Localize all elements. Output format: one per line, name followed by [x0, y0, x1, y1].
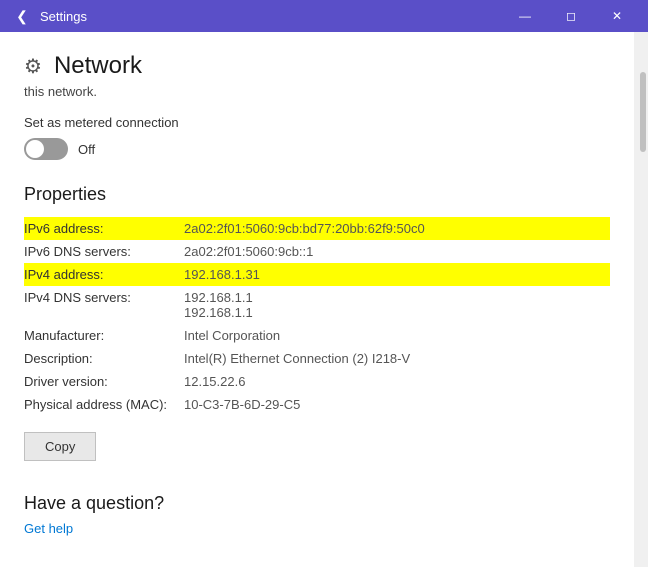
- minimize-button[interactable]: —: [502, 0, 548, 32]
- table-row: IPv6 address: 2a02:2f01:5060:9cb:bd77:20…: [24, 217, 610, 240]
- get-help-link[interactable]: Get help: [24, 521, 73, 536]
- content-area: ⚙ Network this network. Set as metered c…: [0, 32, 648, 567]
- properties-table: IPv6 address: 2a02:2f01:5060:9cb:bd77:20…: [24, 217, 610, 416]
- window: ❮ Settings — ◻ ✕ ⚙ Network this network.: [0, 0, 648, 567]
- back-button[interactable]: ❮: [8, 2, 36, 30]
- table-row: IPv4 address: 192.168.1.31: [24, 263, 610, 286]
- properties-title: Properties: [24, 184, 610, 205]
- help-title: Have a question?: [24, 493, 610, 514]
- copy-button[interactable]: Copy: [24, 432, 96, 461]
- property-label: IPv4 address:: [24, 263, 184, 286]
- restore-button[interactable]: ◻: [548, 0, 594, 32]
- table-row: Physical address (MAC): 10-C3-7B-6D-29-C…: [24, 393, 610, 416]
- page-header: ⚙ Network: [24, 52, 610, 80]
- property-value: Intel Corporation: [184, 324, 610, 347]
- metered-toggle[interactable]: [24, 138, 68, 160]
- property-label: Driver version:: [24, 370, 184, 393]
- page-title: Network: [54, 52, 142, 80]
- property-value: 10-C3-7B-6D-29-C5: [184, 393, 610, 416]
- title-bar: ❮ Settings — ◻ ✕: [0, 0, 648, 32]
- minimize-icon: —: [519, 9, 531, 23]
- property-value: 192.168.1.1192.168.1.1: [184, 286, 610, 324]
- property-value: 2a02:2f01:5060:9cb:bd77:20bb:62f9:50c0: [184, 217, 610, 240]
- table-row: IPv4 DNS servers: 192.168.1.1192.168.1.1: [24, 286, 610, 324]
- property-value: Intel(R) Ethernet Connection (2) I218-V: [184, 347, 610, 370]
- back-arrow-icon: ❮: [16, 8, 28, 25]
- property-value: 12.15.22.6: [184, 370, 610, 393]
- subtitle: this network.: [24, 84, 610, 99]
- property-label: Physical address (MAC):: [24, 393, 184, 416]
- metered-label: Set as metered connection: [24, 115, 610, 130]
- property-label: Description:: [24, 347, 184, 370]
- table-row: Driver version: 12.15.22.6: [24, 370, 610, 393]
- property-label: IPv6 DNS servers:: [24, 240, 184, 263]
- scrollbar-thumb[interactable]: [640, 72, 646, 152]
- scrollbar[interactable]: [634, 32, 648, 567]
- property-label: IPv6 address:: [24, 217, 184, 240]
- toggle-knob: [26, 140, 44, 158]
- window-title: Settings: [40, 9, 502, 24]
- toggle-state-label: Off: [78, 142, 95, 157]
- help-section: Have a question? Get help: [24, 493, 610, 538]
- property-value: 2a02:2f01:5060:9cb::1: [184, 240, 610, 263]
- property-label: IPv4 DNS servers:: [24, 286, 184, 324]
- close-icon: ✕: [612, 9, 622, 23]
- toggle-row: Off: [24, 138, 610, 160]
- restore-icon: ◻: [566, 9, 576, 23]
- main-content: ⚙ Network this network. Set as metered c…: [0, 32, 634, 567]
- window-controls: — ◻ ✕: [502, 0, 640, 32]
- table-row: Description: Intel(R) Ethernet Connectio…: [24, 347, 610, 370]
- table-row: Manufacturer: Intel Corporation: [24, 324, 610, 347]
- property-value: 192.168.1.31: [184, 263, 610, 286]
- property-label: Manufacturer:: [24, 324, 184, 347]
- gear-icon: ⚙: [24, 54, 42, 79]
- close-button[interactable]: ✕: [594, 0, 640, 32]
- table-row: IPv6 DNS servers: 2a02:2f01:5060:9cb::1: [24, 240, 610, 263]
